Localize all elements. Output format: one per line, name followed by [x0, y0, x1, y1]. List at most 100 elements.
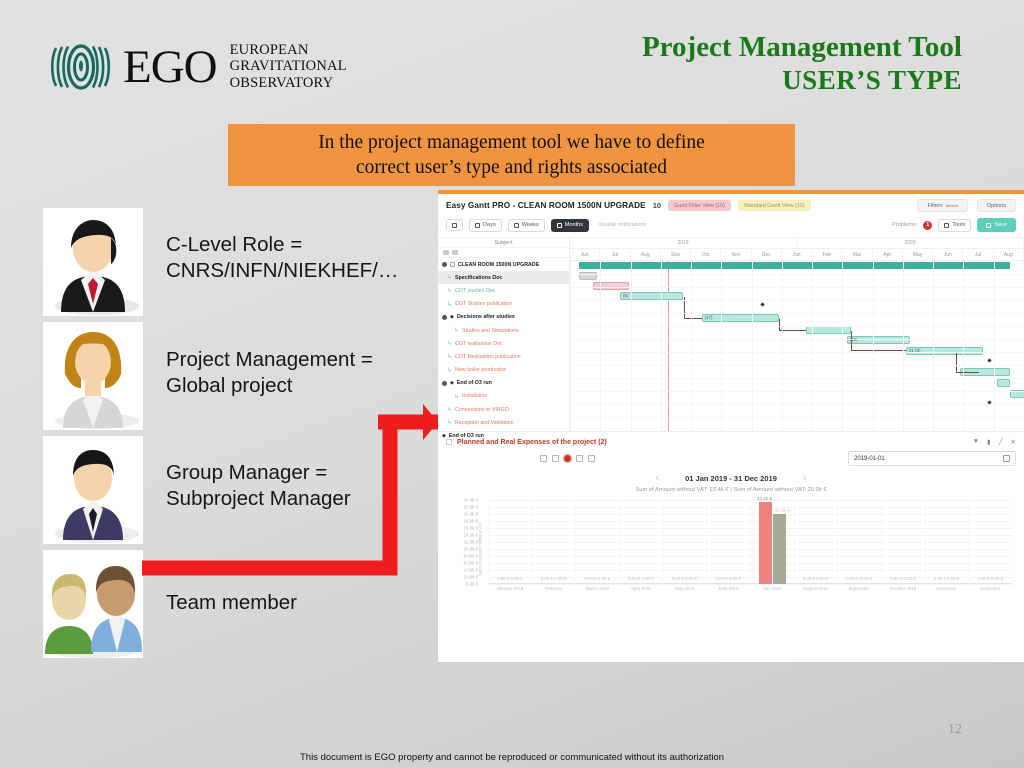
- zero-value-label: 0.00 € 0.00 €: [628, 576, 654, 581]
- task-row[interactable]: ↳ New boiler production: [438, 364, 569, 377]
- red-elbow-arrow-icon: [142, 404, 438, 576]
- timeline-month: Aug: [631, 249, 661, 260]
- drag-handle-icon[interactable]: [446, 439, 452, 445]
- timeline-month: Apr: [873, 249, 903, 260]
- task-label: Specifications Doc: [455, 274, 503, 281]
- save-label: Save: [994, 222, 1007, 228]
- period-icon-selected[interactable]: [564, 455, 571, 462]
- task-row[interactable]: CLEAN ROOM 1500N UPGRADE: [438, 258, 569, 271]
- timeline-year: 2019: [570, 238, 797, 248]
- milestone-icon: ◆: [450, 380, 454, 387]
- task-row[interactable]: ◆ End of O3 run: [438, 377, 569, 390]
- zero-value-label: [750, 576, 794, 584]
- timeline-month: Jun: [933, 249, 964, 260]
- task-row[interactable]: ↳ Installation: [438, 390, 569, 403]
- x-tick-label: April 2019: [630, 586, 651, 591]
- grid-line: [881, 500, 882, 584]
- task-row[interactable]: ↳ COT Realisation publication: [438, 350, 569, 363]
- zero-value-label: 0.00 € 0.00 €: [584, 576, 610, 581]
- period-icon[interactable]: [588, 455, 595, 462]
- x-tick-label: November: [936, 586, 957, 591]
- ego-waves-svg: [50, 44, 111, 90]
- close-icon[interactable]: ✕: [1011, 438, 1016, 446]
- x-tick-label: December: [980, 586, 1001, 591]
- gantt-filter-view-chip[interactable]: Gantt Filter View (10): [668, 200, 731, 211]
- filters-label: Filters: [927, 202, 943, 209]
- role-line-2: Global project: [166, 374, 293, 397]
- team-group-avatar-icon: [45, 566, 142, 658]
- task-row[interactable]: ↳ Connections to VIRGO: [438, 403, 569, 416]
- task-row[interactable]: ↳ Reception and Validation: [438, 416, 569, 429]
- grid-line: [570, 365, 1024, 366]
- avatar-project-management: [43, 322, 143, 430]
- y-tick-label: 2.00k €: [463, 574, 478, 580]
- save-button[interactable]: Save: [977, 218, 1016, 232]
- timeline-years: 2019 2020: [570, 238, 1024, 249]
- options-button[interactable]: Options: [976, 199, 1016, 212]
- milestone-icon: [987, 358, 992, 363]
- subtask-arrow-icon: ↳: [447, 275, 453, 282]
- subtask-arrow-icon: ↳: [454, 393, 460, 400]
- ego-subtitle-line-1: EUROPEAN: [229, 41, 309, 58]
- x-tick-label: February: [544, 586, 563, 591]
- task-tree: Subject CLEAN ROOM 1500N UPGRADE ↳ Specifi…: [438, 238, 570, 439]
- pin-icon[interactable]: ▼: [973, 438, 979, 446]
- period-icon[interactable]: [576, 455, 583, 462]
- next-period-button[interactable]: ›: [803, 472, 807, 484]
- zoom-days-button[interactable]: Days: [469, 218, 502, 232]
- task-label: Studies and Simulations: [462, 327, 519, 334]
- calendar-icon: [556, 222, 562, 228]
- problems-label: Problems:: [892, 222, 918, 228]
- avatar-group-manager: [43, 436, 143, 544]
- filters-button[interactable]: Filters default: [917, 199, 968, 212]
- collapse-icon[interactable]: [452, 250, 458, 255]
- calendar-icon: [513, 222, 519, 228]
- task-row[interactable]: ↳ COT studies Doc: [438, 284, 569, 297]
- y-tick-label: 10.0k €: [463, 546, 478, 552]
- calendar-icon[interactable]: [1003, 455, 1010, 462]
- milestone-icon: [760, 302, 765, 307]
- subtask-arrow-icon: ↳: [447, 301, 453, 308]
- standard-gantt-view-chip[interactable]: Standard Gantt View (10): [737, 200, 811, 211]
- grid-line: [570, 391, 1024, 392]
- disable-notifications-checkbox[interactable]: Disable notifications: [598, 222, 646, 228]
- grid-line: [488, 584, 1012, 585]
- role-label-team-member: Team member: [166, 590, 297, 616]
- role-line-1: C-Level Role =: [166, 233, 303, 256]
- task-row[interactable]: ◆ Decisions after studies: [438, 311, 569, 324]
- task-row-list: CLEAN ROOM 1500N UPGRADE ↳ Specifications …: [438, 258, 569, 443]
- zoom-months-button[interactable]: Months: [550, 218, 590, 232]
- task-row[interactable]: ↳ Studies and Simulations: [438, 324, 569, 337]
- date-input[interactable]: 2019-01-01: [848, 451, 1016, 466]
- manager-navy-suit-avatar-icon: [55, 450, 139, 543]
- chart-bar-label: 20.0k €: [774, 508, 790, 513]
- gantt-task-count: 10: [652, 201, 662, 210]
- collapse-toggle-icon[interactable]: [442, 380, 447, 386]
- page-title-line-1: Project Management Tool: [641, 31, 962, 63]
- timeline-month: Jan: [782, 249, 813, 260]
- expenses-title: Planned and Real Expenses of the project…: [457, 438, 607, 446]
- grid-line: [570, 378, 1024, 379]
- edit-icon[interactable]: ╱: [999, 438, 1003, 446]
- x-tick-label: July 2019: [762, 586, 782, 591]
- callout-line-2: correct user’s type and rights associate…: [356, 157, 667, 178]
- x-tick-label: October 2019: [889, 586, 917, 591]
- delete-icon[interactable]: ▮: [987, 438, 991, 446]
- zoom-weeks-button[interactable]: Weeks: [507, 218, 545, 232]
- task-row[interactable]: ↳ COT realisation Doc: [438, 337, 569, 350]
- period-icon[interactable]: [552, 455, 559, 462]
- task-row[interactable]: ↳ Specifications Doc: [438, 271, 569, 285]
- prev-period-button[interactable]: ‹: [655, 472, 659, 484]
- task-row[interactable]: ↳ COT Studies publication: [438, 298, 569, 311]
- collapse-toggle-icon[interactable]: [442, 262, 447, 268]
- gantt-bar: [996, 379, 1011, 387]
- timeline-month: Jun: [570, 249, 601, 260]
- calendar-button[interactable]: [446, 219, 463, 231]
- collapse-toggle-icon[interactable]: [442, 314, 447, 320]
- folder-icon[interactable]: [443, 250, 449, 255]
- chart-y-axis-label: Sum of Amount without VAT: [477, 521, 483, 577]
- tools-button[interactable]: Tools: [938, 218, 972, 232]
- y-tick-label: 14.0k €: [463, 532, 478, 538]
- period-icon[interactable]: [540, 455, 547, 462]
- easy-gantt-screenshot: Easy Gantt PRO - CLEAN ROOM 1500N UPGRAD…: [438, 190, 1024, 662]
